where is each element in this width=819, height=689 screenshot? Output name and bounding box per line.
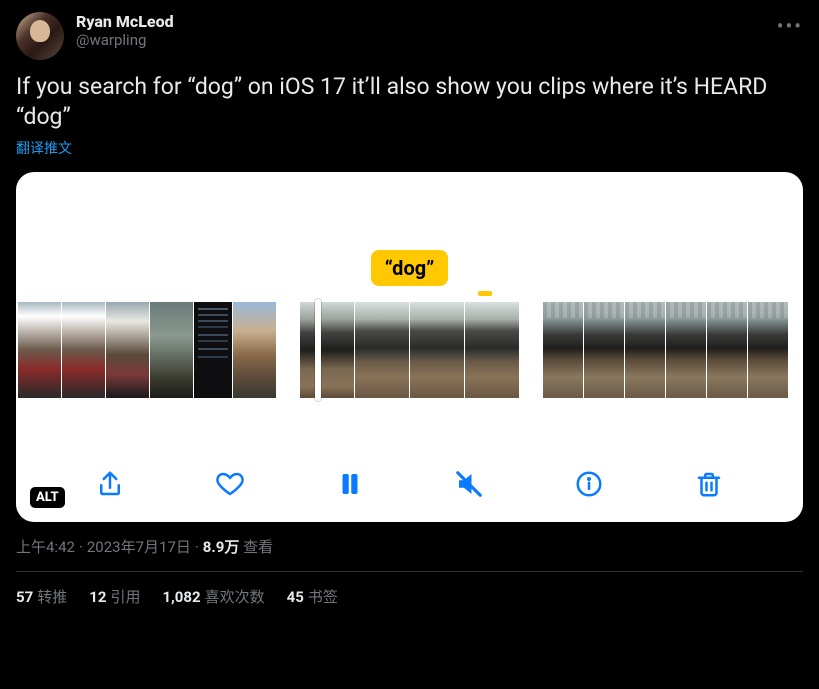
stats-row: 57转推 12引用 1,082 喜欢次数 45书签 [16,572,803,607]
tweet-text: If you search for “dog” on iOS 17 it’ll … [16,72,803,132]
quotes-label: 引用 [110,588,140,606]
thumbnail [707,302,747,398]
clip-2[interactable] [300,302,519,398]
handle: @warpling [76,31,174,49]
thumbnail [748,302,788,398]
caption-bubble: “dog” [371,250,449,286]
thumbnail [410,302,464,398]
quotes-stat[interactable]: 12引用 [89,586,140,607]
heart-icon[interactable] [210,464,250,504]
trash-icon[interactable] [689,464,729,504]
media-toolbar [16,464,803,504]
retweets-count: 57 [16,588,33,606]
caption-tick [478,291,492,296]
tweet-date[interactable]: 2023年7月17日 [87,538,191,556]
views-count: 8.9万 [203,538,240,556]
quotes-count: 12 [89,588,106,606]
thumbnail [666,302,706,398]
mute-icon[interactable] [449,464,489,504]
info-icon[interactable] [569,464,609,504]
author-block[interactable]: Ryan McLeod @warpling [76,12,174,49]
caption-row: “dog” [16,250,803,286]
meta-row: 上午4:42·2023年7月17日·8.9万 查看 [16,536,803,572]
bookmarks-label: 书签 [308,588,338,606]
thumbnail [584,302,624,398]
likes-count: 1,082 [162,588,200,606]
tweet-time[interactable]: 上午4:42 [16,538,75,556]
thumbnail [233,302,276,398]
thumbnail [543,302,583,398]
thumbnail [465,302,519,398]
share-icon[interactable] [90,464,130,504]
media-card[interactable]: “dog” [16,172,803,522]
clip-3[interactable] [543,302,788,398]
alt-badge[interactable]: ALT [30,487,65,508]
avatar[interactable] [16,12,64,60]
pause-icon[interactable] [330,464,370,504]
filmstrip[interactable] [16,302,803,398]
bookmarks-stat[interactable]: 45书签 [287,586,338,607]
thumbnail [194,302,232,398]
thumbnail [300,302,354,398]
thumbnail [150,302,193,398]
thumbnail [625,302,665,398]
translate-link[interactable]: 翻译推文 [16,138,72,158]
more-icon[interactable]: ••• [777,14,803,38]
thumbnail [106,302,149,398]
thumbnail [62,302,105,398]
playhead[interactable] [315,299,321,401]
clip-1[interactable] [18,302,276,398]
tweet-container: Ryan McLeod @warpling ••• If you search … [0,0,819,619]
views-label: 查看 [243,538,273,556]
bookmarks-count: 45 [287,588,304,606]
thumbnail [18,302,61,398]
tweet-header: Ryan McLeod @warpling ••• [16,12,803,60]
thumbnail [355,302,409,398]
retweets-label: 转推 [37,588,67,606]
likes-stat[interactable]: 1,082 喜欢次数 [162,586,264,607]
likes-label: 喜欢次数 [205,588,265,606]
retweets-stat[interactable]: 57转推 [16,586,67,607]
display-name: Ryan McLeod [76,12,174,31]
